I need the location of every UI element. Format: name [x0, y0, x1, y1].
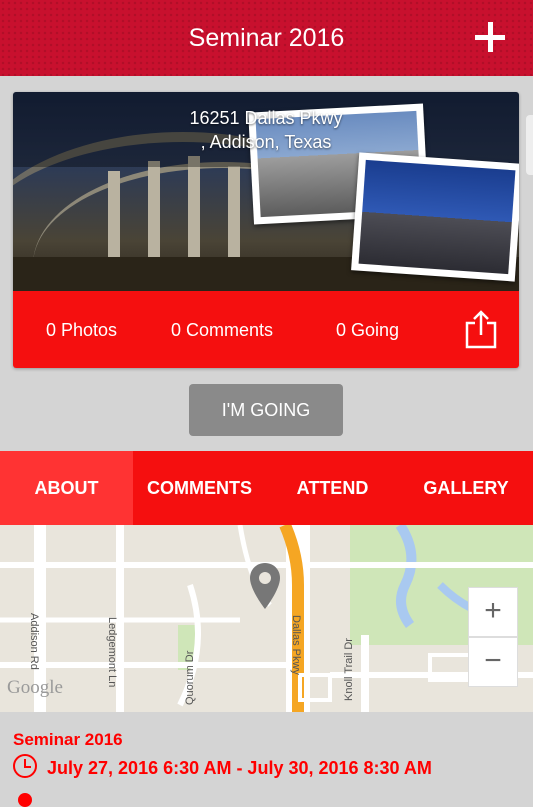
- street-label: Dallas Pkwy: [290, 615, 302, 675]
- event-card: 16251 Dallas Pkwy , Addison, Texas 0 Pho…: [13, 92, 519, 368]
- event-stats-bar: 0 Photos 0 Comments 0 Going: [13, 291, 519, 368]
- photos-count[interactable]: 0 Photos: [46, 320, 117, 341]
- street-label: Knoll Trail Dr: [343, 638, 355, 701]
- zoom-in-button[interactable]: +: [468, 587, 518, 637]
- tab-about[interactable]: ABOUT: [0, 451, 133, 525]
- building-photo: [351, 152, 519, 282]
- zoom-out-button[interactable]: −: [468, 637, 518, 687]
- page-title: Seminar 2016: [188, 24, 345, 52]
- event-map[interactable]: Addison Rd Ledgemont Ln Quorum Dr Dallas…: [0, 525, 533, 712]
- scroll-edge: [526, 115, 533, 175]
- event-details: Seminar 2016 July 27, 2016 6:30 AM - Jul…: [0, 712, 533, 807]
- going-count[interactable]: 0 Going: [336, 320, 399, 341]
- tab-attend[interactable]: ATTEND: [266, 451, 399, 525]
- map-background: [0, 525, 533, 712]
- location-icon: [18, 793, 32, 807]
- app-header: Seminar 2016: [0, 0, 533, 76]
- street-label: Quorum Dr: [184, 650, 196, 705]
- event-address: 16251 Dallas Pkwy , Addison, Texas: [189, 108, 343, 152]
- location-pin-icon[interactable]: [248, 561, 282, 613]
- street-label: Addison Rd: [28, 613, 40, 670]
- plus-icon[interactable]: [475, 22, 505, 52]
- google-attribution: Google: [7, 677, 63, 698]
- street-label: Ledgemont Ln: [106, 617, 118, 688]
- event-hero-image: 16251 Dallas Pkwy , Addison, Texas: [13, 92, 519, 291]
- event-title: Seminar 2016: [13, 730, 123, 749]
- im-going-button[interactable]: I'M GOING: [189, 384, 343, 436]
- tab-bar: ABOUT COMMENTS ATTEND GALLERY: [0, 451, 533, 525]
- tab-gallery[interactable]: GALLERY: [399, 451, 533, 525]
- tab-comments[interactable]: COMMENTS: [133, 451, 266, 525]
- comments-count[interactable]: 0 Comments: [171, 320, 273, 341]
- share-icon[interactable]: [465, 309, 497, 349]
- event-date-range: July 27, 2016 6:30 AM - July 30, 2016 8:…: [47, 758, 432, 778]
- clock-icon: [13, 754, 37, 778]
